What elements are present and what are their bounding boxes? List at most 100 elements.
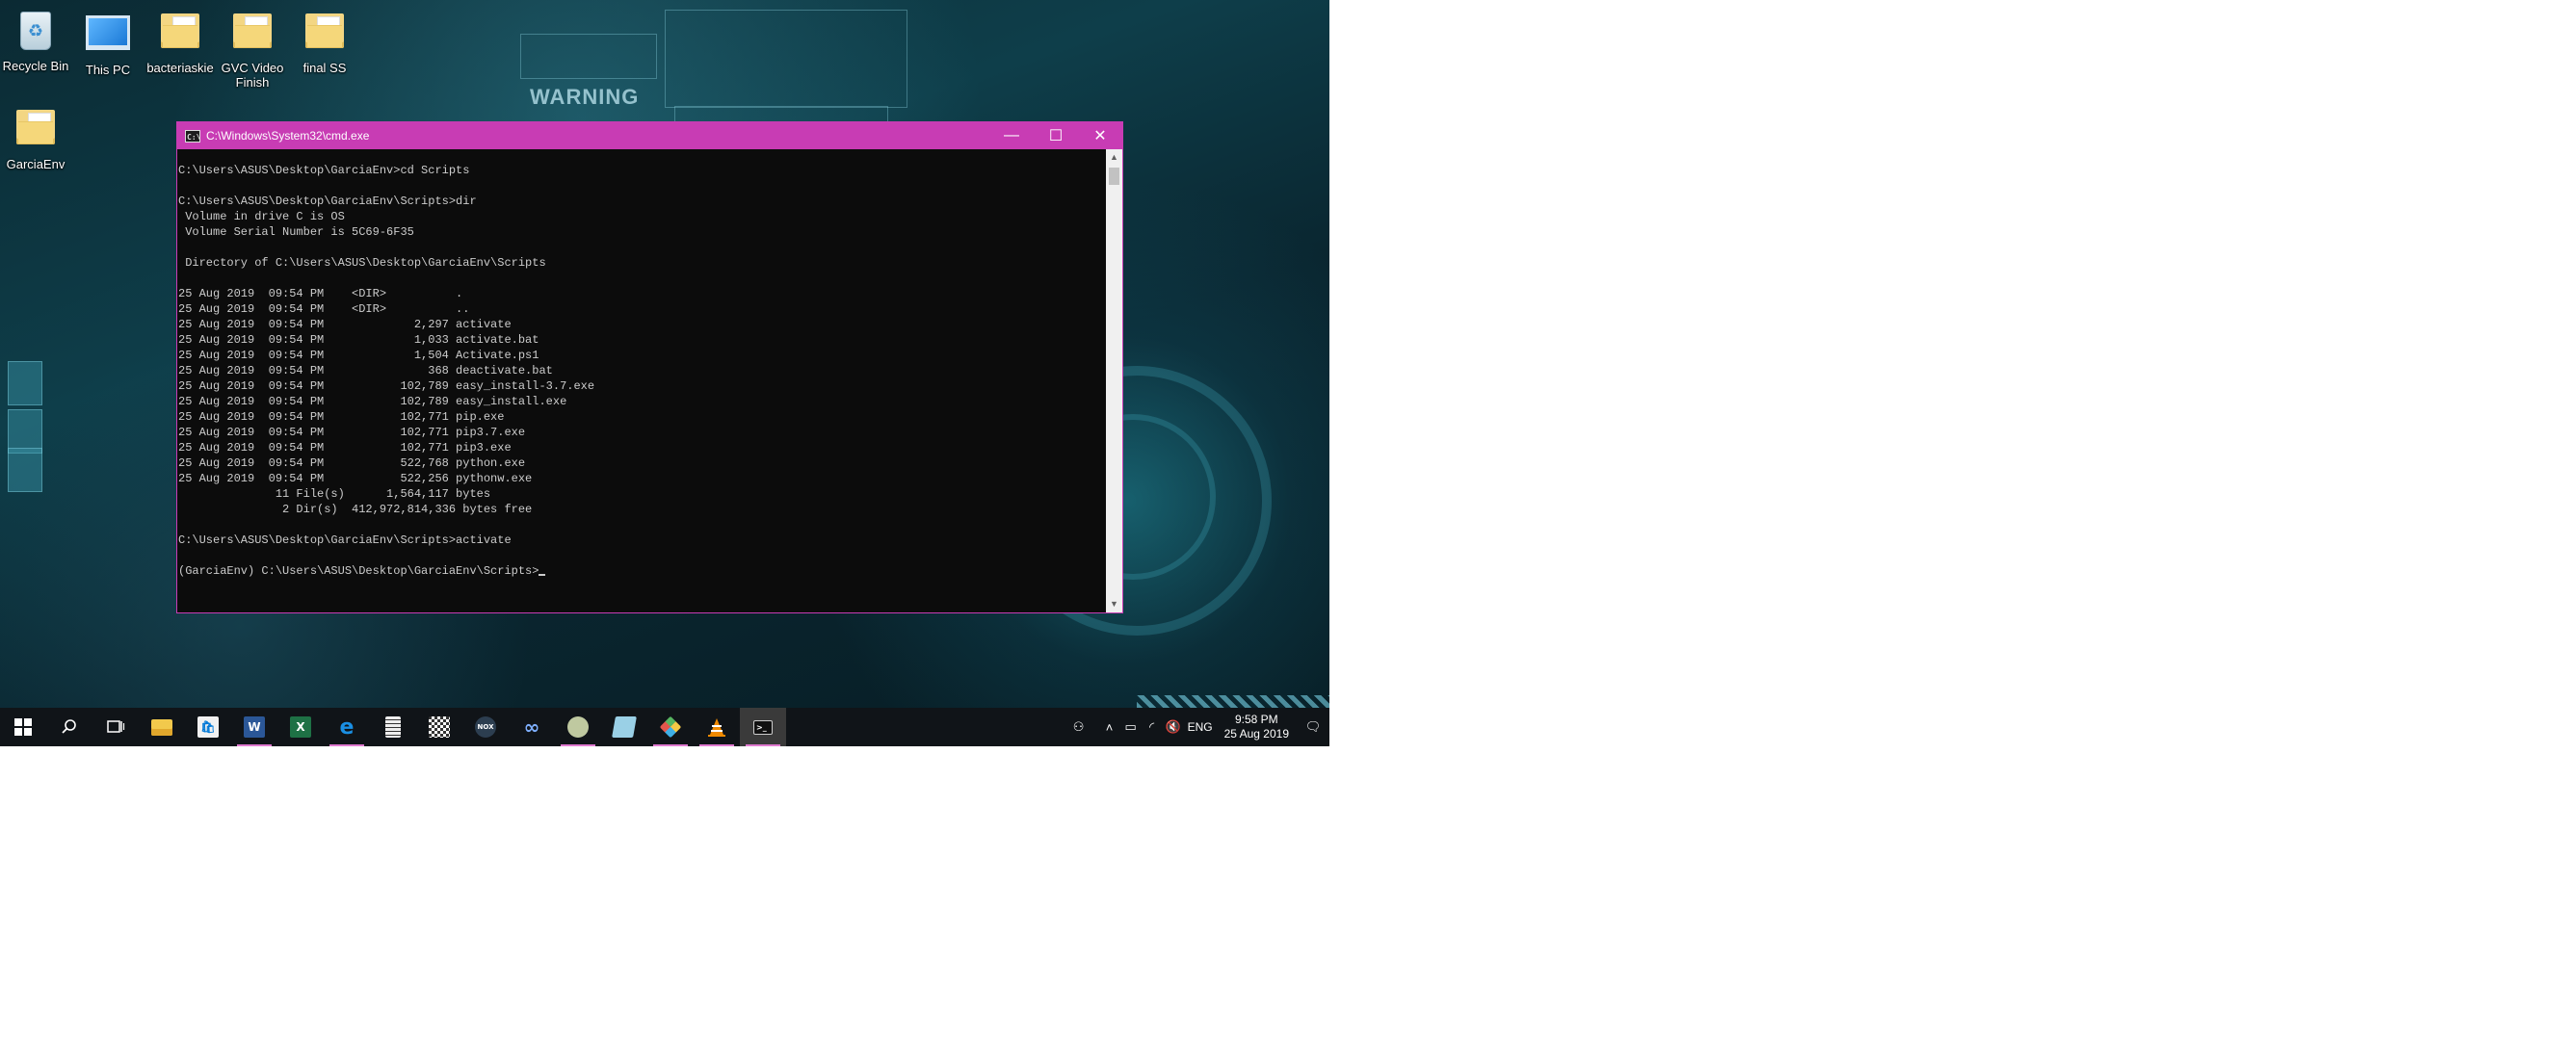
link-icon: ∞ <box>523 715 540 739</box>
desktop-icon-garciaenv[interactable]: GarciaEnv <box>2 104 69 171</box>
console-line: Volume Serial Number is 5C69-6F35 <box>178 225 414 239</box>
cmd-icon: >_ <box>753 719 773 735</box>
running-indicator <box>237 744 272 746</box>
running-indicator <box>329 744 364 746</box>
taskbar-search-button[interactable] <box>46 708 92 746</box>
scrollbar-thumb[interactable] <box>1109 168 1119 185</box>
console-line: Directory of C:\Users\ASUS\Desktop\Garci… <box>178 256 546 270</box>
cmd-window-title: C:\Windows\System32\cmd.exe <box>206 129 370 143</box>
desktop-icon-this-pc[interactable]: This PC <box>74 8 142 77</box>
taskbar-app-paint[interactable] <box>647 708 694 746</box>
taskbar-app-calculator[interactable] <box>370 708 416 746</box>
folder-icon <box>158 13 202 58</box>
taskbar-app-word[interactable]: W <box>231 708 277 746</box>
qr-icon <box>429 716 450 738</box>
desktop-icon-recycle-bin[interactable]: ♻ Recycle Bin <box>2 8 69 73</box>
taskbar-app-file-explorer[interactable] <box>139 708 185 746</box>
desktop: WARNING ♻ Recycle Bin This PC bacteriask… <box>0 0 1329 746</box>
close-button[interactable]: ✕ <box>1078 122 1122 149</box>
system-tray: ⚇ ˄ ▭ ◜ 🔇 ENG 9:58 PM 25 Aug 2019 🗨 <box>1068 708 1329 746</box>
running-indicator <box>699 744 734 746</box>
minimize-icon: — <box>1004 127 1019 143</box>
folder-icon <box>230 13 275 58</box>
running-indicator <box>653 744 688 746</box>
vlc-icon <box>708 718 725 737</box>
desktop-icon-final-ss[interactable]: final SS <box>291 8 358 75</box>
action-center-icon[interactable]: 🗨 <box>1297 719 1329 735</box>
calculator-icon <box>385 716 401 738</box>
console-line: 25 Aug 2019 09:54 PM 522,256 pythonw.exe <box>178 472 533 485</box>
search-icon <box>62 719 76 734</box>
clock-time: 9:58 PM <box>1234 713 1278 726</box>
bg-stripe <box>1137 695 1329 709</box>
console-line: 25 Aug 2019 09:54 PM 102,771 pip3.7.exe <box>178 426 526 439</box>
task-view-icon <box>107 720 125 733</box>
chevron-up-icon[interactable]: ˄ <box>1099 720 1120 735</box>
desktop-icon-label: GarciaEnv <box>6 157 66 171</box>
store-icon: 🛍 <box>197 716 219 738</box>
battery-icon[interactable]: ▭ <box>1120 719 1142 735</box>
volume-muted-icon[interactable]: 🔇 <box>1163 719 1184 735</box>
taskbar-app-excel[interactable]: X <box>277 708 324 746</box>
taskbar-app-tortoise[interactable] <box>555 708 601 746</box>
excel-icon: X <box>290 716 311 738</box>
console-line: 25 Aug 2019 09:54 PM 368 deactivate.bat <box>178 364 553 377</box>
taskbar-app-qr[interactable] <box>416 708 462 746</box>
console-line: 25 Aug 2019 09:54 PM 102,771 pip3.exe <box>178 441 512 455</box>
folder-icon <box>13 110 58 154</box>
cmd-titlebar[interactable]: C:\ C:\Windows\System32\cmd.exe — ☐ ✕ <box>177 122 1122 149</box>
people-icon[interactable]: ⚇ <box>1068 719 1090 735</box>
taskbar: 🛍 W X e NOX ∞ >_ ⚇ ˄ ▭ ◜ 🔇 ENG 9:58 PM 2… <box>0 708 1329 746</box>
clock-date: 25 Aug 2019 <box>1223 727 1289 741</box>
console-line: C:\Users\ASUS\Desktop\GarciaEnv\Scripts>… <box>178 195 477 208</box>
start-button[interactable] <box>0 708 46 746</box>
notes-icon <box>612 716 637 738</box>
scroll-up-icon[interactable]: ▲ <box>1106 149 1122 166</box>
taskbar-app-cmd[interactable]: >_ <box>740 708 786 746</box>
minimize-button[interactable]: — <box>989 122 1034 149</box>
console-line: 11 File(s) 1,564,117 bytes <box>178 487 491 501</box>
clock[interactable]: 9:58 PM 25 Aug 2019 <box>1217 713 1297 741</box>
folder-icon <box>151 718 172 736</box>
console-line: 25 Aug 2019 09:54 PM 1,033 activate.bat <box>178 333 539 347</box>
desktop-icon-bacteriaskie[interactable]: bacteriaskie <box>146 8 214 75</box>
console-line: 25 Aug 2019 09:54 PM 102,789 easy_instal… <box>178 379 595 393</box>
taskbar-app-vlc[interactable] <box>694 708 740 746</box>
paint-icon <box>659 715 682 739</box>
desktop-icon-gvc-video-finish[interactable]: GVC Video Finish <box>219 8 286 90</box>
console-line: 25 Aug 2019 09:54 PM 2,297 activate <box>178 318 512 331</box>
bg-tab <box>8 448 42 492</box>
console-line: 25 Aug 2019 09:54 PM 522,768 python.exe <box>178 456 526 470</box>
desktop-icon-label: bacteriaskie <box>146 61 214 75</box>
taskbar-app-nox[interactable]: NOX <box>462 708 509 746</box>
scroll-down-icon[interactable]: ▼ <box>1106 596 1122 612</box>
cmd-window[interactable]: C:\ C:\Windows\System32\cmd.exe — ☐ ✕ C:… <box>176 121 1123 613</box>
language-indicator[interactable]: ENG <box>1184 720 1217 734</box>
taskbar-app-store[interactable]: 🛍 <box>185 708 231 746</box>
vertical-scrollbar[interactable]: ▲ ▼ <box>1106 149 1122 612</box>
bg-panel <box>520 34 657 79</box>
console-line: 25 Aug 2019 09:54 PM <DIR> .. <box>178 302 470 316</box>
console-line: 25 Aug 2019 09:54 PM 102,771 pip.exe <box>178 410 505 424</box>
taskbar-app-edge[interactable]: e <box>324 708 370 746</box>
bg-grid <box>665 10 907 108</box>
maximize-icon: ☐ <box>1048 128 1064 144</box>
console-prompt-line[interactable]: (GarciaEnv) C:\Users\ASUS\Desktop\Garcia… <box>178 563 1106 579</box>
wifi-icon[interactable]: ◜ <box>1142 719 1163 735</box>
desktop-icon-label: Recycle Bin <box>2 59 69 73</box>
task-view-button[interactable] <box>92 708 139 746</box>
taskbar-app-link[interactable]: ∞ <box>509 708 555 746</box>
taskbar-app-notes[interactable] <box>601 708 647 746</box>
close-icon: ✕ <box>1093 128 1107 144</box>
word-icon: W <box>244 716 265 738</box>
nox-icon: NOX <box>475 716 496 738</box>
maximize-button[interactable]: ☐ <box>1034 122 1078 149</box>
this-pc-icon <box>86 15 130 60</box>
tortoise-icon <box>567 716 589 738</box>
running-indicator <box>561 744 595 746</box>
console-output[interactable]: C:\Users\ASUS\Desktop\GarciaEnv>cd Scrip… <box>177 149 1106 612</box>
desktop-icon-label: This PC <box>85 63 131 77</box>
